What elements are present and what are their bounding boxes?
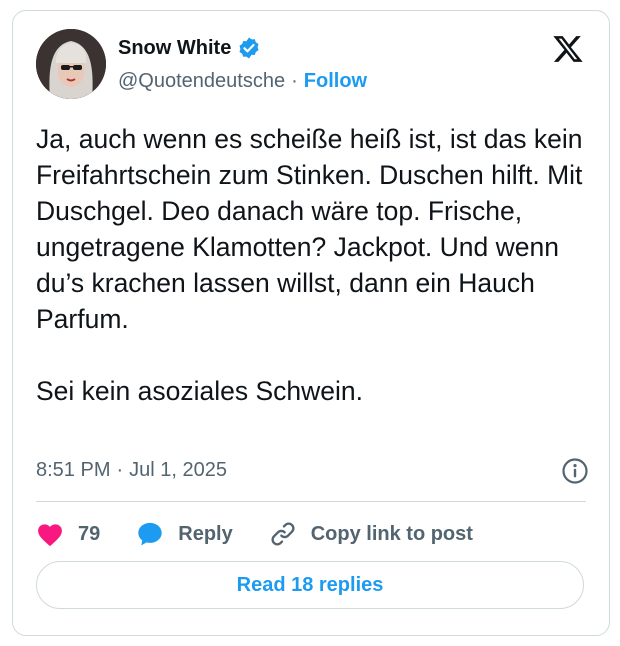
speech-bubble-icon — [138, 522, 162, 546]
divider — [36, 501, 586, 502]
follow-link[interactable]: Follow — [304, 70, 367, 93]
post-card: Snow White @Quotendeutsche · Follow Ja, … — [12, 10, 610, 636]
tweet-time: 8:51 PM — [36, 459, 111, 481]
tweet-text: Ja, auch wenn es scheiße heiß ist, ist d… — [36, 124, 583, 406]
author-handle[interactable]: @Quotendeutsche — [118, 70, 285, 93]
author-name-row: Snow White — [118, 36, 261, 60]
like-button[interactable]: 79 — [36, 521, 100, 547]
action-bar: 79 Reply Copy link to post — [36, 516, 473, 552]
handle-separator: · — [291, 70, 298, 92]
link-icon — [271, 522, 295, 546]
author-name[interactable]: Snow White — [118, 37, 231, 60]
info-icon[interactable] — [561, 457, 589, 485]
read-replies-button[interactable]: Read 18 replies — [36, 561, 584, 609]
x-logo-icon[interactable] — [552, 33, 584, 65]
copy-link-label: Copy link to post — [310, 522, 473, 545]
author-handle-row: @Quotendeutsche · Follow — [118, 70, 367, 93]
avatar-image — [36, 29, 106, 99]
copy-link-button[interactable]: Copy link to post — [269, 520, 473, 548]
timestamp-separator: · — [116, 459, 124, 481]
reply-button[interactable]: Reply — [136, 520, 233, 548]
timestamp-link[interactable]: 8:51 PM · Jul 1, 2025 — [36, 459, 227, 482]
tweet-date: Jul 1, 2025 — [129, 459, 228, 481]
like-count: 79 — [78, 522, 101, 545]
reply-label: Reply — [178, 522, 233, 545]
verified-badge-icon — [239, 37, 259, 59]
heart-icon — [38, 524, 62, 547]
avatar[interactable] — [36, 29, 106, 99]
